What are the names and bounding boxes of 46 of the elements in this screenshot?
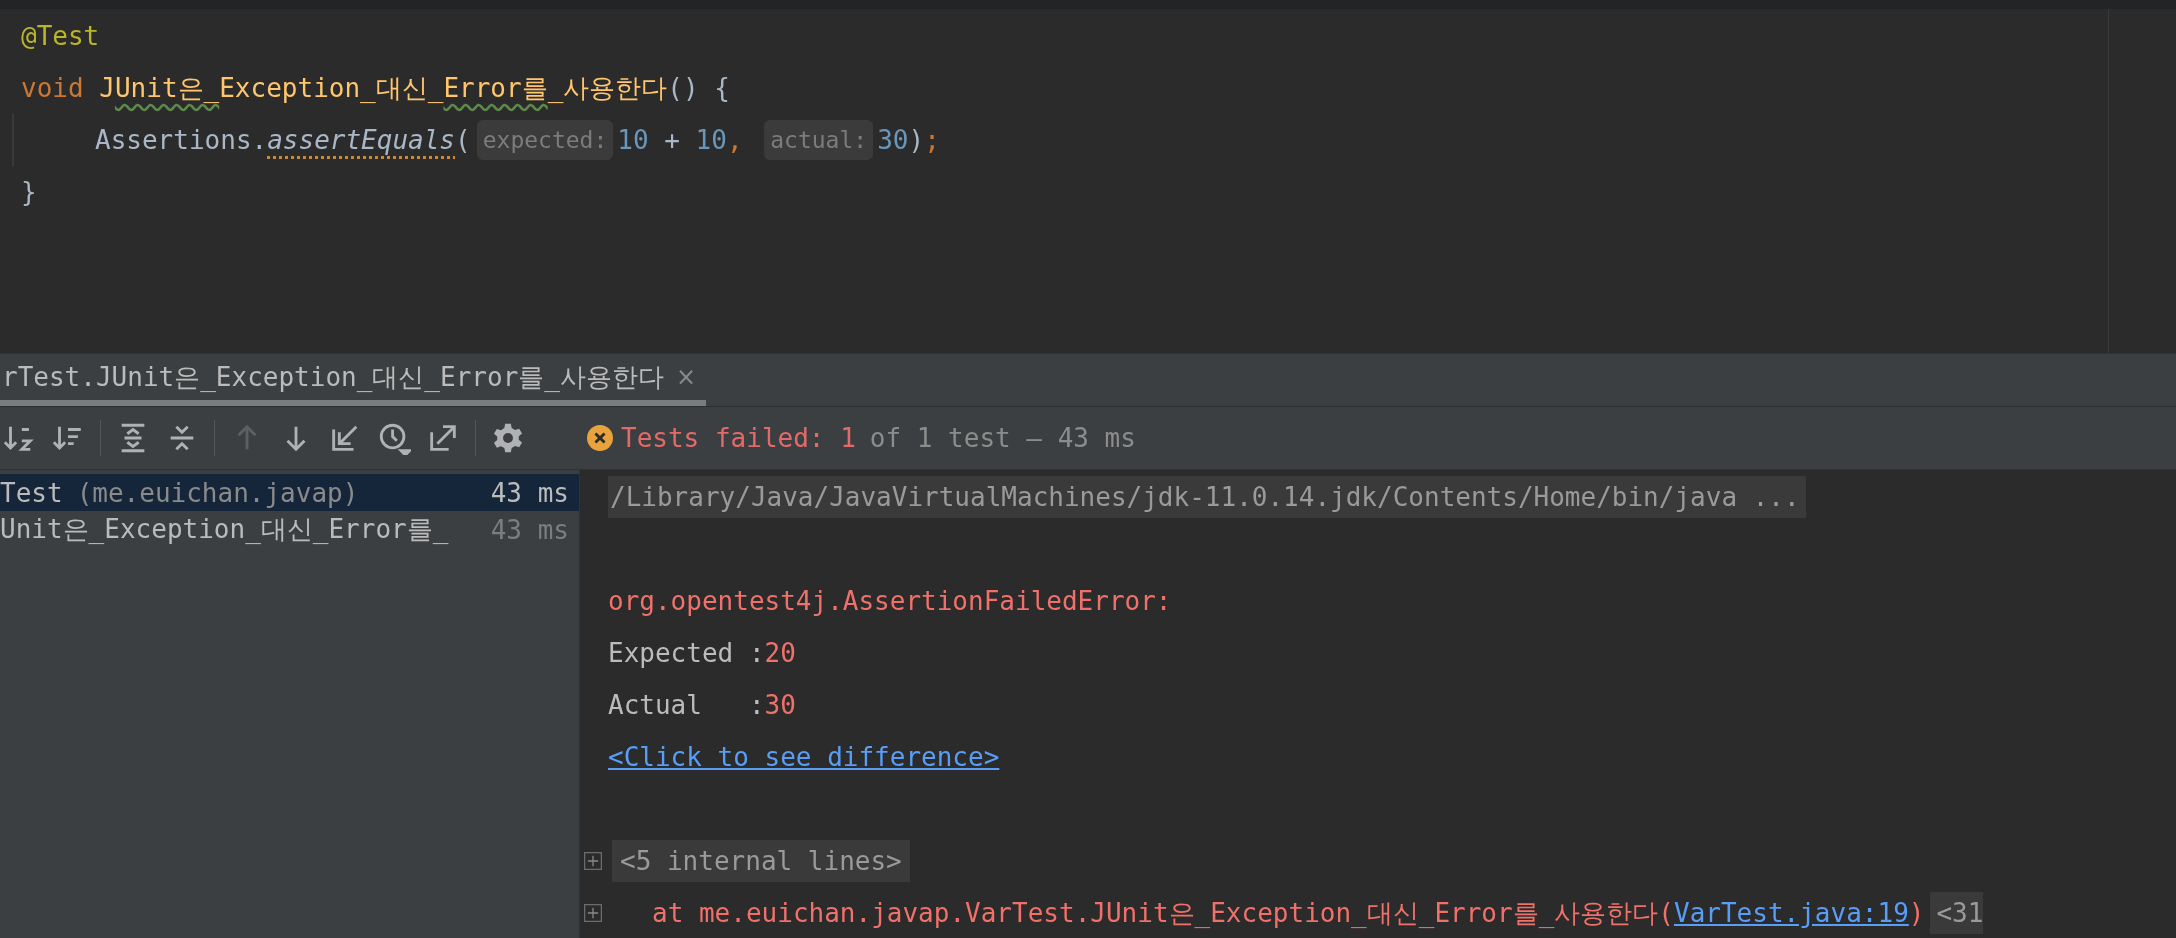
number-literal: 30 — [877, 124, 909, 157]
method-name: Error를 — [443, 72, 548, 105]
folded-lines[interactable]: <31 — [1930, 892, 1984, 934]
number-literal: 10 — [695, 124, 727, 157]
output-label: Actual : — [608, 690, 765, 720]
output-label: Expected : — [608, 638, 765, 668]
method-name: Exception_대신_ — [219, 72, 444, 105]
code-text: ( — [455, 124, 471, 157]
parameter-hint: actual: — [764, 120, 874, 160]
expand-icon[interactable] — [584, 904, 602, 922]
code-text: () { — [667, 72, 730, 105]
code-text: ) — [908, 124, 925, 157]
test-name: Unit은_Exception_대신_Error를_ — [0, 513, 449, 546]
code-text: } — [21, 176, 37, 209]
error-icon — [587, 425, 613, 451]
folded-lines[interactable]: <5 internal lines> — [612, 840, 910, 882]
test-name: Test — [0, 477, 63, 508]
number-literal: 10 — [617, 124, 649, 157]
test-tree-row[interactable]: Test (me.euichan.javap) 43 ms — [0, 474, 579, 511]
test-tree-row[interactable]: Unit은_Exception_대신_Error를_ 43 ms — [0, 511, 579, 548]
clock-icon[interactable] — [377, 421, 411, 455]
test-summary: of 1 test – 43 ms — [869, 423, 1136, 453]
difference-link[interactable]: <Click to see difference> — [608, 742, 1000, 772]
method-call: assertEquals — [267, 124, 456, 157]
keyword: void — [21, 72, 85, 105]
parameter-hint: expected: — [476, 120, 614, 160]
settings-icon[interactable] — [491, 421, 525, 455]
error-message: org.opentest4j.AssertionFailedError: — [608, 586, 1172, 616]
package-name: (me.euichan.javap) — [76, 477, 359, 508]
annotation: @Test — [21, 20, 100, 53]
keyword: , — [726, 124, 744, 157]
output-value: 20 — [764, 638, 796, 668]
expand-icon[interactable] — [584, 852, 602, 870]
test-duration: 43 ms — [490, 477, 569, 508]
code-text: + — [663, 124, 681, 157]
method-name: Unit은_ — [114, 72, 220, 105]
source-link[interactable]: VarTest.java:19 — [1674, 897, 1909, 928]
keyword: ; — [924, 124, 940, 157]
output-value: 30 — [764, 690, 796, 720]
method-name: J — [99, 72, 115, 105]
code-text: Assertions. — [95, 124, 268, 157]
close-icon[interactable]: × — [675, 363, 697, 391]
test-duration: 43 ms — [490, 514, 569, 545]
failed-count: Tests failed: 1 — [621, 423, 856, 453]
method-name: _사용한다 — [547, 72, 668, 105]
stack-trace-line: at me.euichan.javap.VarTest.JUnit은_Exception_대신_Error를_사용한다(VarTest.java:19) — [652, 896, 1925, 930]
